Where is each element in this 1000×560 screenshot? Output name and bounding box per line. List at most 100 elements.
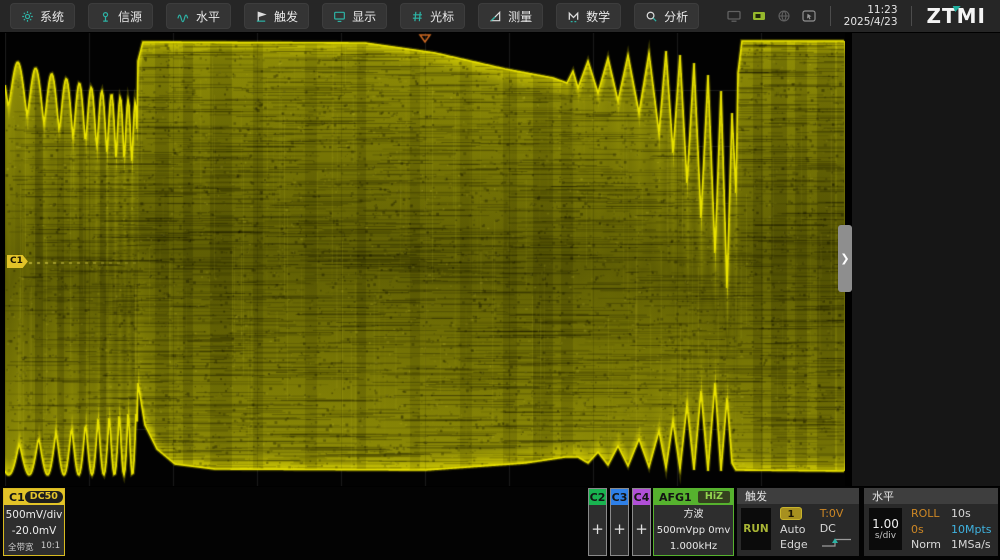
screen-icon [726,9,742,23]
channel3-header: C3 [611,489,628,505]
channel1-box[interactable]: C1 DC50 500mV/div -20.0mV 全带宽 10:1 [3,488,65,556]
afg-waveform-type: 方波 [684,507,704,523]
trigger-section-title: 触发 [737,488,859,504]
acquisition-mode[interactable]: ROLL [911,507,941,520]
sample-rate: 1MSa/s [951,538,992,551]
date-text: 2025/4/23 [844,16,898,28]
menu-label: 信源 [118,8,142,25]
horizontal-col-left: ROLL 0s Norm [905,504,941,554]
trigger-section[interactable]: 触发 RUN 1 Auto Edge T:0V DC [737,488,859,556]
menu-label: 分析 [664,8,688,25]
afg-header: AFG1 HiZ [654,489,733,505]
horizontal-section-title: 水平 [864,488,998,504]
channel1-bandwidth: 全带宽 [8,541,34,553]
timebase-unit: s/div [875,531,896,542]
channel2-box[interactable]: C2 + [588,488,607,556]
afg-frequency: 1.000kHz [670,539,717,555]
trigger-col-right: T:0V DC [808,504,854,554]
divider [911,6,912,26]
gear-icon [21,10,34,23]
clock: 11:23 2025/4/23 [844,4,898,28]
trigger-level[interactable]: T:0V [820,507,854,520]
menu-label: 水平 [196,8,220,25]
analysis-icon [645,10,658,23]
cursor-icon [411,10,424,23]
source-icon [99,10,112,23]
afg-values: 方波 500mVpp 0mv 1.000kHz [654,505,733,555]
afg-name: AFG1 [659,491,692,504]
channel1-values: 500mV/div -20.0mV [4,505,64,539]
menu-button-system[interactable]: 系统 [10,3,75,29]
divider [830,6,831,26]
channel3-add-button[interactable]: + [611,505,628,553]
oscilloscope-screen: 系统 信源 水平 触发 显示 光标 [0,0,1000,560]
menu-button-analysis[interactable]: 分析 [634,3,699,29]
menu-button-display[interactable]: 显示 [322,3,387,29]
channel1-name: C1 [9,491,25,504]
trigger-mode[interactable]: Auto [780,523,808,536]
display-icon [333,10,346,23]
chevron-right-icon: ❯ [840,252,849,265]
logo-accent [951,6,960,12]
horizontal-section[interactable]: 水平 1.00 s/div ROLL 0s Norm 10s 10Mpts 1M… [864,488,998,556]
panel-expand-handle[interactable]: ❯ [838,225,852,292]
afg-amplitude: 500mVpp 0mv [657,523,731,539]
menu-button-cursor[interactable]: 光标 [400,3,465,29]
usb-icon [751,9,767,23]
rising-edge-icon [820,536,854,551]
horizontal-icon [177,10,190,23]
afg-impedance-badge[interactable]: HiZ [698,491,730,503]
waveform-display[interactable] [5,33,845,486]
menu-label: 触发 [274,8,298,25]
brand-logo: ZTMI [925,4,993,28]
channel2-header: C2 [589,489,606,505]
channel1-probe: 10:1 [41,541,60,553]
acquire-type[interactable]: Norm [911,538,941,551]
math-icon [567,10,580,23]
status-area: 11:23 2025/4/23 ZTMI [726,4,1000,28]
trigger-coupling[interactable]: DC [820,522,854,535]
right-side-panel [852,33,1000,486]
timebase-value-box[interactable]: 1.00 s/div [869,508,902,550]
trigger-icon [255,10,268,23]
time-text: 11:23 [844,4,898,16]
trigger-source-badge[interactable]: 1 [780,507,802,520]
horizontal-body: 1.00 s/div ROLL 0s Norm 10s 10Mpts 1MSa/… [864,504,998,554]
menu-label: 系统 [40,8,64,25]
trigger-type[interactable]: Edge [780,538,808,551]
menu-label: 数学 [586,8,610,25]
menu-button-trigger[interactable]: 触发 [244,3,309,29]
touch-icon [801,9,817,23]
timebase-scale: 1.00 [872,517,899,531]
main-menu: 系统 信源 水平 触发 显示 光标 [0,3,699,29]
menu-button-math[interactable]: 数学 [556,3,621,29]
menu-button-source[interactable]: 信源 [88,3,153,29]
run-state-indicator[interactable]: RUN [741,508,771,550]
trigger-col-left: 1 Auto Edge [774,504,808,554]
menu-label: 显示 [352,8,376,25]
top-menu-bar: 系统 信源 水平 触发 显示 光标 [0,0,1000,32]
menu-button-horizontal[interactable]: 水平 [166,3,231,29]
channel1-coupling-badge[interactable]: DC50 [25,491,63,503]
channel1-header: C1 DC50 [4,489,64,505]
channel3-box[interactable]: C3 + [610,488,629,556]
menu-button-measure[interactable]: 测量 [478,3,543,29]
time-window: 10s [951,507,992,520]
horizontal-position[interactable]: 0s [911,523,941,536]
channel1-footer: 全带宽 10:1 [4,539,64,553]
measure-icon [489,10,502,23]
trigger-body: RUN 1 Auto Edge T:0V DC [737,504,859,554]
horizontal-col-right: 10s 10Mpts 1MSa/s [941,504,992,554]
afg-box[interactable]: AFG1 HiZ 方波 500mVpp 0mv 1.000kHz [653,488,734,556]
network-icon [776,9,792,23]
bottom-bar: C1 DC50 500mV/div -20.0mV 全带宽 10:1 C2 + … [0,487,1000,560]
channel4-add-button[interactable]: + [633,505,650,553]
channel4-header: C4 [633,489,650,505]
channel1-offset: -20.0mV [12,523,57,539]
menu-label: 光标 [430,8,454,25]
memory-depth: 10Mpts [951,523,992,536]
channel2-add-button[interactable]: + [589,505,606,553]
channel1-scale: 500mV/div [6,507,63,523]
channel4-box[interactable]: C4 + [632,488,651,556]
menu-label: 测量 [508,8,532,25]
